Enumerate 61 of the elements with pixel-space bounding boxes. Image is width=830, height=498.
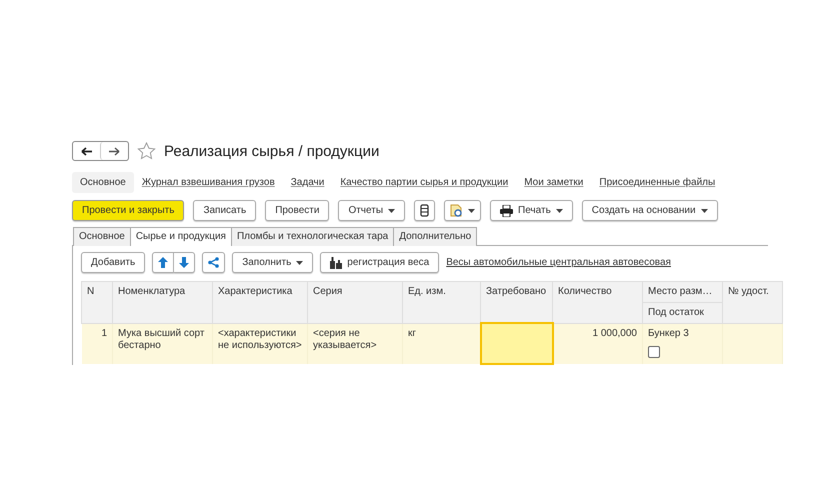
table-cell: <характеристики не используются>	[212, 323, 308, 364]
scale-link[interactable]: Весы автомобильные центральная автовесовая	[446, 257, 671, 268]
toolbar-button[interactable]: Записать	[193, 200, 256, 221]
table-cell: Мука высший сорт бестарно	[112, 323, 212, 364]
post-and-close-button[interactable]: Провести и закрыть	[72, 200, 184, 221]
column-header[interactable]: N	[82, 282, 112, 323]
table-cell: <серия не указывается>	[308, 323, 402, 364]
window-title: Реализация сырья / продукции	[164, 142, 380, 160]
nav-link[interactable]: Основное	[72, 172, 134, 193]
weights-icon	[330, 256, 342, 268]
nav-link[interactable]: Качество партии сырья и продукции	[332, 172, 516, 193]
database-button[interactable]	[414, 200, 436, 221]
down-arrow-icon	[179, 257, 190, 268]
caret-icon	[296, 260, 304, 264]
move-down-button[interactable]	[174, 252, 196, 273]
nav-link[interactable]: Задачи	[282, 172, 332, 193]
document-menu-button[interactable]	[444, 200, 482, 221]
tab[interactable]: Основное	[73, 227, 131, 246]
move-up-button[interactable]	[152, 252, 174, 273]
forward-arrow-icon	[109, 146, 120, 156]
up-arrow-icon	[158, 257, 168, 268]
table-cell: кг	[402, 323, 480, 364]
column-header[interactable]: Номенклатура	[112, 282, 212, 323]
table-cell: Бункер 3	[648, 328, 689, 338]
dropdown-button[interactable]: Создать на основании	[582, 200, 718, 221]
table-cell: 1	[82, 323, 112, 364]
toolbar-button[interactable]: Добавить	[81, 252, 146, 273]
toolbar-button[interactable]: Провести	[265, 200, 330, 221]
nav-link[interactable]: Присоединенные файлы	[591, 172, 724, 193]
caret-icon	[388, 208, 396, 212]
printer-icon	[500, 204, 514, 216]
forward-button[interactable]	[100, 142, 128, 160]
column-header[interactable]: Количество	[552, 282, 642, 323]
back-arrow-icon	[81, 146, 92, 156]
tab[interactable]: Сырье и продукция	[130, 227, 232, 246]
column-header[interactable]: № удост.	[722, 282, 782, 323]
checkbox[interactable]	[648, 346, 660, 358]
weight-registration-button[interactable]: регистрация веса	[320, 252, 440, 273]
nav-link[interactable]: Мои заметки	[516, 172, 592, 193]
column-header[interactable]: Серия	[308, 282, 402, 323]
star-icon[interactable]	[137, 142, 156, 160]
dropdown-button[interactable]: Отчеты	[338, 200, 406, 221]
column-header[interactable]: Ед. изм.	[402, 282, 480, 323]
caret-icon	[468, 208, 476, 212]
caret-icon	[700, 208, 708, 212]
nav-link[interactable]: Журнал взвешивания грузов	[134, 172, 283, 193]
input-field[interactable]	[480, 323, 552, 364]
column-header[interactable]: Место разм…	[642, 282, 722, 303]
share-icon	[208, 257, 220, 268]
column-header[interactable]: Под остаток	[642, 302, 722, 323]
column-header[interactable]: Характеристика	[212, 282, 308, 323]
column-header[interactable]: Затребовано	[480, 282, 552, 323]
print-button[interactable]: Печать	[490, 200, 573, 221]
tab[interactable]: Дополнительно	[393, 227, 478, 246]
tab[interactable]: Пломбы и технологическая тара	[230, 227, 394, 246]
caret-icon	[556, 208, 563, 212]
dropdown-button[interactable]: Заполнить	[232, 252, 314, 273]
document-icon	[450, 204, 464, 217]
share-button[interactable]	[202, 252, 226, 273]
list-icon	[420, 204, 430, 217]
table-cell: 1 000,000	[552, 323, 642, 364]
